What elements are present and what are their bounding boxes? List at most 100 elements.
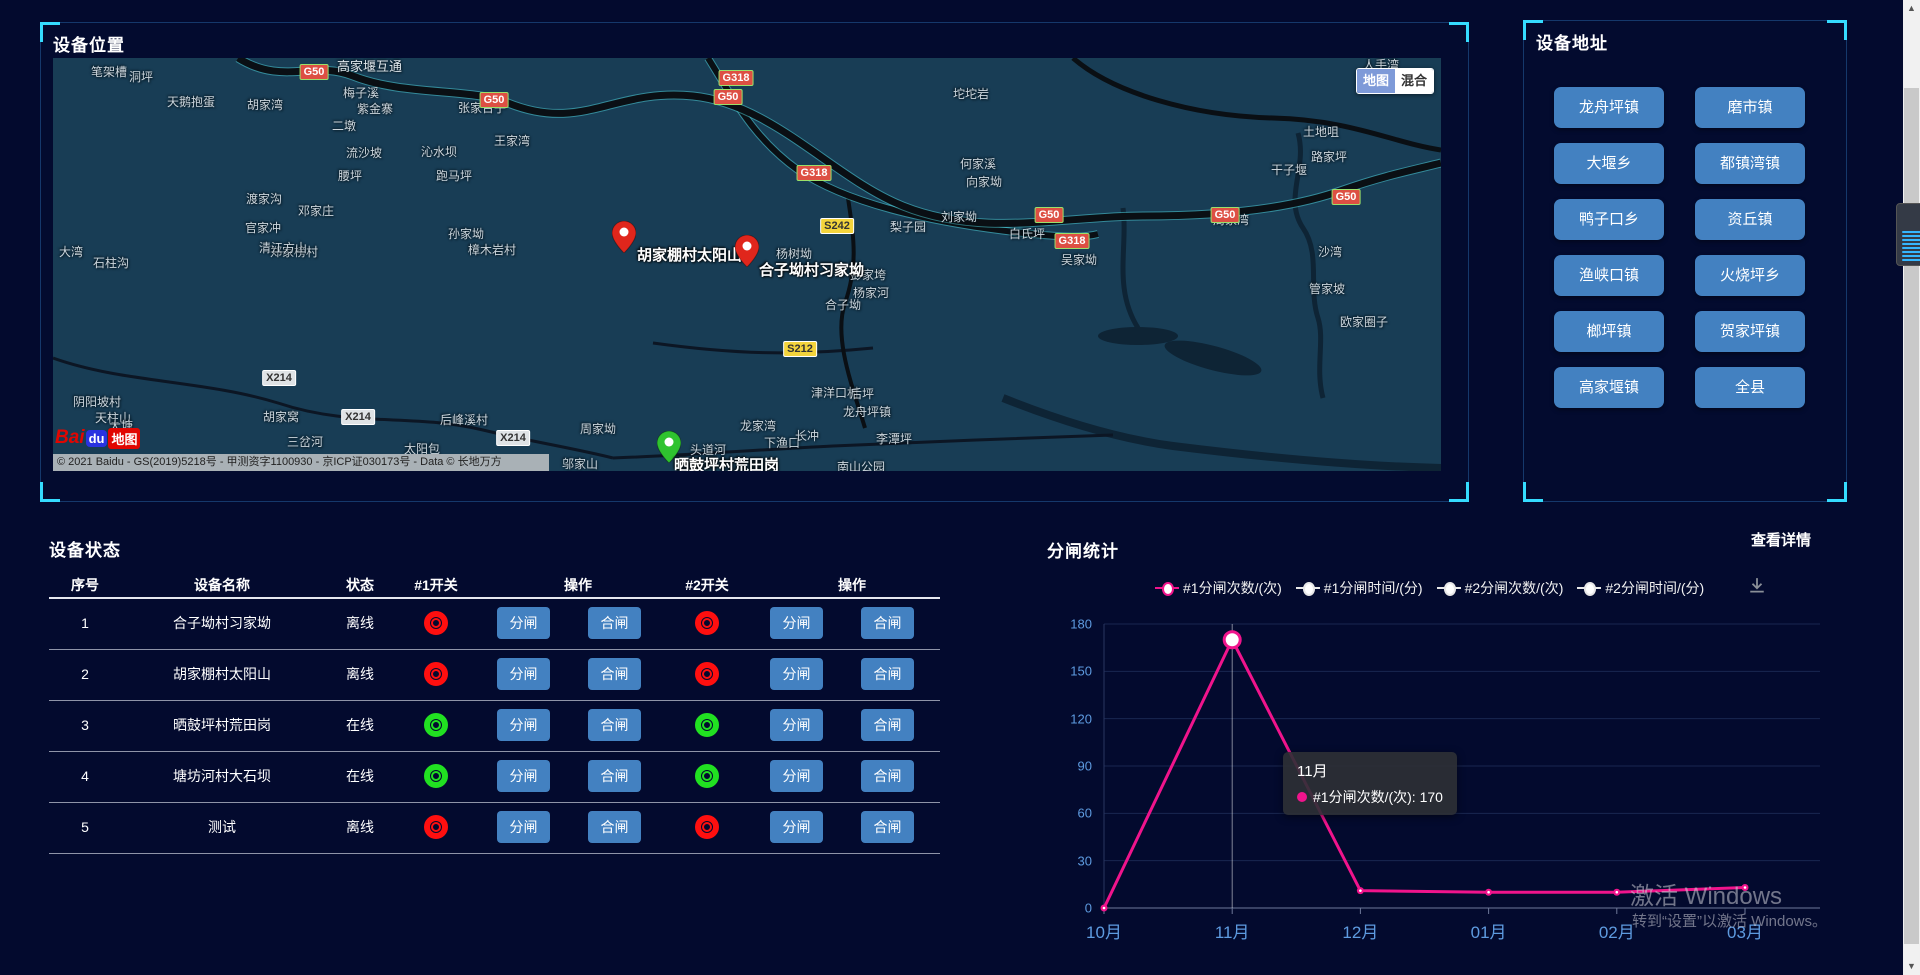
road-shield-g50: G50 bbox=[714, 89, 743, 105]
address-button-高家堰镇[interactable]: 高家堰镇 bbox=[1554, 367, 1664, 408]
map-place-label: 何家溪 bbox=[960, 155, 996, 172]
address-button-资丘镇[interactable]: 资丘镇 bbox=[1695, 199, 1805, 240]
led-inner-ring bbox=[431, 822, 441, 832]
address-button-贺家坪镇[interactable]: 贺家坪镇 bbox=[1695, 311, 1805, 352]
open-button-1[interactable]: 分闸 bbox=[497, 709, 550, 741]
address-button-龙舟坪镇[interactable]: 龙舟坪镇 bbox=[1554, 87, 1664, 128]
table-cell-name: 晒鼓坪村荒田岗 bbox=[173, 715, 271, 735]
map-place-label: 笔架槽 bbox=[91, 63, 127, 80]
close-button-1[interactable]: 合闸 bbox=[588, 709, 641, 741]
scroll-marker-widget[interactable] bbox=[1896, 203, 1920, 266]
windows-watermark-line1: 激活 Windows bbox=[1630, 876, 1782, 911]
map-place-label: 后坪 bbox=[850, 385, 874, 402]
table-cell-index: 1 bbox=[81, 615, 89, 631]
map-place-label: 欧家圈子 bbox=[1340, 313, 1388, 330]
map-place-label: 胡家窝 bbox=[263, 408, 299, 425]
legend-item[interactable]: #2分闸次数/(次) bbox=[1437, 578, 1564, 598]
legend-marker-dot bbox=[1303, 582, 1315, 596]
close-button-2[interactable]: 合闸 bbox=[861, 760, 914, 792]
map-place-label: 胡家湾 bbox=[247, 96, 283, 113]
address-button-全县[interactable]: 全县 bbox=[1695, 367, 1805, 408]
table-cell-index: 3 bbox=[81, 717, 89, 733]
led-inner-ring bbox=[702, 771, 712, 781]
legend-label: #2分闸时间/(分) bbox=[1605, 578, 1704, 598]
map-pin-marker[interactable] bbox=[612, 221, 636, 253]
open-button-1[interactable]: 分闸 bbox=[497, 811, 550, 843]
address-button-都镇湾镇[interactable]: 都镇湾镇 bbox=[1695, 143, 1805, 184]
row-divider bbox=[49, 700, 940, 701]
road-shield-s242: S242 bbox=[820, 218, 854, 234]
open-button-1[interactable]: 分闸 bbox=[497, 607, 550, 639]
map-place-label: 吴家坳 bbox=[1061, 251, 1097, 268]
close-button-2[interactable]: 合闸 bbox=[861, 658, 914, 690]
close-button-1[interactable]: 合闸 bbox=[588, 658, 641, 690]
close-button-2[interactable]: 合闸 bbox=[861, 709, 914, 741]
legend-item[interactable]: #1分闸次数/(次) bbox=[1155, 578, 1282, 598]
switch-led-indicator bbox=[424, 815, 448, 839]
map-type-map[interactable]: 地图 bbox=[1357, 69, 1395, 93]
baidu-logo-text: Bai bbox=[55, 427, 85, 449]
address-button-鸭子口乡[interactable]: 鸭子口乡 bbox=[1554, 199, 1664, 240]
table-header-4: 操作 bbox=[564, 575, 592, 595]
baidu-map[interactable]: 笔架槽洞坪天鹅抱蛋胡家湾高家堰互通梅子溪紫金寨二墩流沙坡沁水坝王家湾腰坪跑马坪渡… bbox=[53, 58, 1441, 471]
address-button-磨市镇[interactable]: 磨市镇 bbox=[1695, 87, 1805, 128]
switch-led-indicator bbox=[695, 764, 719, 788]
map-place-label: 渡家沟 bbox=[246, 190, 282, 207]
table-header-3: #1开关 bbox=[414, 575, 458, 595]
close-button-2[interactable]: 合闸 bbox=[861, 607, 914, 639]
open-button-2[interactable]: 分闸 bbox=[770, 760, 823, 792]
map-pin-label: 胡家棚村太阳山 bbox=[637, 244, 742, 265]
map-type-control[interactable]: 地图 混合 bbox=[1356, 68, 1434, 94]
map-place-label: 龙家湾 bbox=[740, 417, 776, 434]
road-shield-x214: X214 bbox=[341, 409, 375, 425]
device-status-table: 序号设备名称状态#1开关操作#2开关操作1合子坳村习家坳离线分闸合闸分闸合闸2胡… bbox=[49, 565, 940, 855]
address-button-火烧坪乡[interactable]: 火烧坪乡 bbox=[1695, 255, 1805, 296]
switch-led-indicator bbox=[695, 662, 719, 686]
open-button-1[interactable]: 分闸 bbox=[497, 760, 550, 792]
corner-decor bbox=[40, 22, 43, 42]
map-place-label: 干子堰 bbox=[1271, 161, 1307, 178]
map-place-label: 阴阳坡村 bbox=[73, 393, 121, 410]
y-tick-label: 0 bbox=[1052, 901, 1092, 916]
open-button-2[interactable]: 分闸 bbox=[770, 658, 823, 690]
map-place-label: 流沙坡 bbox=[346, 144, 382, 161]
map-pin-marker[interactable] bbox=[735, 235, 759, 267]
tooltip-series-dot bbox=[1297, 792, 1307, 802]
close-button-1[interactable]: 合闸 bbox=[588, 760, 641, 792]
chart-tooltip: 11月 #1分闸次数/(次): 170 bbox=[1283, 752, 1457, 815]
road-shield-g50: G50 bbox=[1332, 189, 1361, 205]
table-cell-name: 合子坳村习家坳 bbox=[173, 613, 271, 633]
open-button-1[interactable]: 分闸 bbox=[497, 658, 550, 690]
close-button-2[interactable]: 合闸 bbox=[861, 811, 914, 843]
y-tick-label: 60 bbox=[1052, 806, 1092, 821]
scroll-up-arrow[interactable]: ▲ bbox=[1903, 0, 1920, 17]
close-button-1[interactable]: 合闸 bbox=[588, 811, 641, 843]
address-button-榔坪镇[interactable]: 榔坪镇 bbox=[1554, 311, 1664, 352]
corner-decor bbox=[40, 22, 60, 25]
legend-item[interactable]: #1分闸时间/(分) bbox=[1296, 578, 1423, 598]
view-detail-link[interactable]: 查看详情 bbox=[1751, 529, 1811, 550]
open-button-2[interactable]: 分闸 bbox=[770, 607, 823, 639]
corner-decor bbox=[1523, 482, 1526, 502]
scroll-down-arrow[interactable]: ▼ bbox=[1903, 958, 1920, 975]
map-place-label: 清江方山 bbox=[259, 239, 307, 256]
table-cell-status: 离线 bbox=[346, 817, 374, 837]
map-place-label: 三岔河 bbox=[287, 433, 323, 450]
address-button-大堰乡[interactable]: 大堰乡 bbox=[1554, 143, 1664, 184]
map-place-label: 刘家坳 bbox=[941, 208, 977, 225]
scrollbar[interactable]: ▲ ▼ bbox=[1903, 0, 1920, 975]
switch-led-indicator bbox=[695, 815, 719, 839]
road-shield-x214: X214 bbox=[262, 370, 296, 386]
map-type-hybrid[interactable]: 混合 bbox=[1395, 69, 1433, 93]
close-button-1[interactable]: 合闸 bbox=[588, 607, 641, 639]
open-button-2[interactable]: 分闸 bbox=[770, 709, 823, 741]
table-header-1: 设备名称 bbox=[194, 575, 250, 595]
legend-item[interactable]: #2分闸时间/(分) bbox=[1577, 578, 1704, 598]
switch-led-indicator bbox=[424, 611, 448, 635]
table-cell-name: 测试 bbox=[208, 817, 236, 837]
map-place-label: 洞坪 bbox=[129, 68, 153, 85]
address-button-渔峡口镇[interactable]: 渔峡口镇 bbox=[1554, 255, 1664, 296]
road-shield-g318: G318 bbox=[797, 165, 832, 181]
open-button-2[interactable]: 分闸 bbox=[770, 811, 823, 843]
download-icon[interactable] bbox=[1748, 577, 1766, 600]
